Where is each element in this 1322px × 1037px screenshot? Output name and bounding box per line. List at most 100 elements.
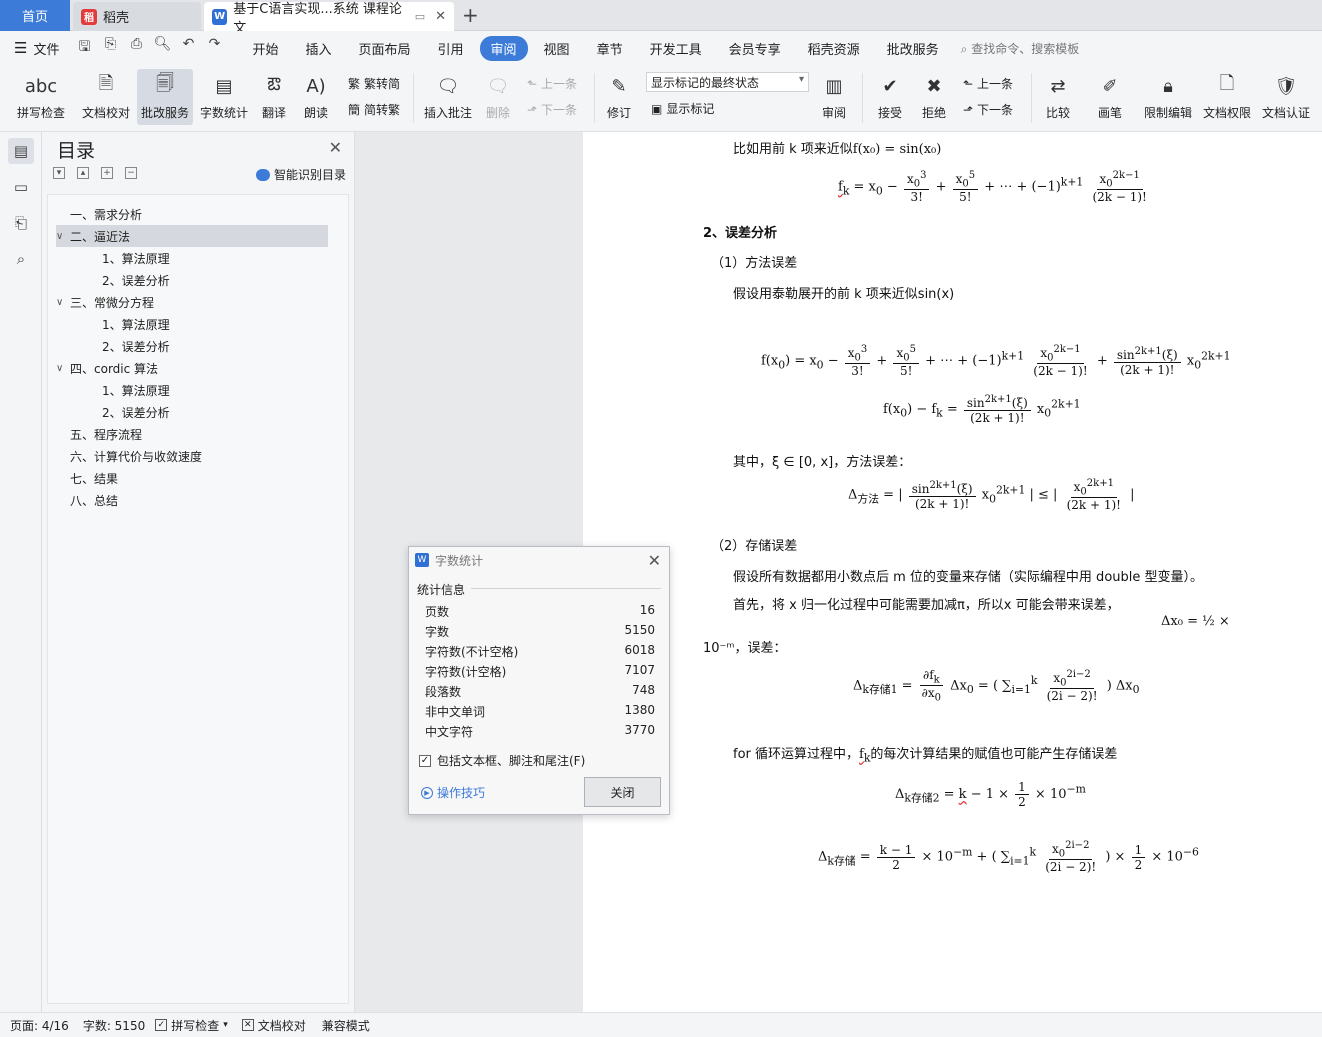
reject-button[interactable]: ✖ 拒绝	[914, 69, 954, 125]
simp-to-trad-icon: 簡	[348, 103, 361, 117]
file-menu[interactable]: ☰ 文件	[14, 39, 59, 58]
add-heading-icon[interactable]: +	[101, 167, 113, 179]
word-count-button[interactable]: ▤ 字数统计	[196, 69, 252, 125]
command-search[interactable]: ⌕ 查找命令、搜索模板	[961, 40, 1080, 57]
chapter-icon[interactable]: ▭	[8, 174, 34, 200]
previous-comment-label: 上一条	[541, 77, 578, 91]
insert-comment-button[interactable]: 🗨 插入批注	[420, 69, 476, 125]
menu-tab[interactable]: 开发工具	[639, 36, 713, 61]
read-aloud-button[interactable]: A) 朗读	[298, 69, 334, 125]
restrict-editing-button[interactable]: 🔒︎ 限制编辑	[1140, 69, 1196, 125]
tab-home[interactable]: 首页	[0, 0, 70, 31]
new-tab-icon[interactable]: +	[462, 3, 479, 27]
paragraph-text: 比如用前 k 项来近似	[733, 142, 853, 157]
remove-heading-icon[interactable]: −	[125, 167, 137, 179]
divider	[471, 588, 661, 589]
menu-tab[interactable]: 引用	[427, 36, 475, 61]
print-preview-icon[interactable]: 🔍︎	[153, 36, 172, 60]
toc-item[interactable]: ∨ 四、cordic 算法	[56, 357, 328, 379]
search-icon[interactable]: ⌕	[8, 246, 34, 272]
toc-item[interactable]: ∨ 二、逼近法	[56, 225, 328, 247]
menu-tab[interactable]: 批改服务	[876, 36, 950, 61]
print-icon[interactable]: ⎙	[127, 36, 145, 60]
collapse-all-icon[interactable]: ▾	[53, 167, 65, 179]
close-icon[interactable]: ✕	[329, 138, 342, 157]
undo-icon[interactable]: ↶	[179, 36, 197, 60]
toc-icon[interactable]: ▤	[8, 138, 34, 164]
previous-change-button[interactable]: ⬑ 上一条	[963, 75, 1013, 92]
pen-button[interactable]: ✐ 画笔	[1090, 69, 1130, 125]
spell-check-status-label: 拼写检查	[171, 1018, 220, 1033]
menu-tab[interactable]: 页面布局	[348, 36, 422, 61]
toc-item[interactable]: 2、误差分析	[88, 335, 342, 357]
accept-button[interactable]: ✔ 接受	[870, 69, 910, 125]
menu-tab[interactable]: 会员专享	[718, 36, 792, 61]
spell-check-button[interactable]: abc 拼写检查	[8, 69, 74, 125]
read-aloud-label: 朗读	[303, 106, 328, 120]
proofread-toggle[interactable]: ✕ 文档校对	[241, 1017, 306, 1034]
tab-document[interactable]: W 基于C语言实现...系统 课程论文 ▭ ✕	[204, 2, 454, 36]
redo-icon[interactable]: ↷	[205, 36, 223, 60]
smart-toc-button[interactable]: 智能识别目录	[255, 166, 346, 183]
menu-tab[interactable]: 插入	[294, 36, 342, 61]
stat-value: 3770	[624, 723, 655, 737]
menu-tab[interactable]: 开始	[241, 36, 289, 61]
track-changes-button[interactable]: ✎ 修订	[600, 69, 638, 125]
tab-close-icon[interactable]: ✕	[435, 9, 446, 24]
expand-all-icon[interactable]: ▴	[77, 167, 89, 179]
simp-to-trad-button[interactable]: 簡简转繁	[348, 101, 400, 118]
toc-item[interactable]: 一、需求分析	[56, 203, 328, 225]
toc-item[interactable]: 1、算法原理	[88, 379, 342, 401]
menu-tab[interactable]: 审阅	[479, 35, 528, 61]
next-change-button[interactable]: ⬏ 下一条	[963, 101, 1013, 118]
menu-tab[interactable]: 章节	[586, 36, 634, 61]
proofread-status-icon: ✕	[241, 1019, 254, 1031]
show-markup-icon: ▣	[651, 101, 663, 116]
proofread-button[interactable]: 🗎 文档校对	[78, 69, 134, 125]
toc-item[interactable]: 八、总结	[56, 489, 328, 511]
show-markup-button[interactable]: ▣ 显示标记	[651, 100, 714, 117]
delete-comment-button[interactable]: 🗨 删除	[478, 69, 518, 125]
spell-check-toggle[interactable]: ✓ 拼写检查 ▾	[155, 1017, 228, 1034]
toc-item[interactable]: ∨ 三、常微分方程	[56, 291, 328, 313]
toc-item[interactable]: 七、结果	[56, 467, 328, 489]
compare-button[interactable]: ⇄ 比较	[1038, 69, 1078, 125]
bookmark-icon[interactable]: ⎗	[8, 210, 34, 236]
document-page[interactable]: 比如用前 k 项来近似f(x₀) = sin(x₀) fk = x0 − x03…	[583, 132, 1322, 1012]
trad-to-simp-button[interactable]: 繁繁转简	[348, 75, 400, 92]
export-icon[interactable]: ⎘	[101, 36, 119, 60]
tips-link[interactable]: ▶ 操作技巧	[421, 784, 485, 801]
pen-label: 画笔	[1097, 106, 1122, 120]
toc-item[interactable]: 1、算法原理	[88, 313, 342, 335]
tab-minimize-icon[interactable]: ▭	[415, 10, 425, 23]
next-comment-button[interactable]: ⬏ 下一条	[527, 101, 577, 118]
previous-comment-icon: ⬑	[527, 76, 538, 91]
chevron-down-icon[interactable]: ∨	[56, 297, 70, 308]
document-certify-label: 文档认证	[1261, 106, 1310, 120]
document-permission-button[interactable]: 🗋 文档权限	[1199, 69, 1255, 125]
document-certify-button[interactable]: 🛡︎ 文档认证	[1258, 69, 1314, 125]
menu-tabs: 开始 插入 页面布局 引用 审阅 视图 章节 开发工具 会员专享 稻壳资源 批改服务	[241, 35, 954, 61]
toc-item[interactable]: 1、算法原理	[88, 247, 342, 269]
toc-item[interactable]: 2、误差分析	[88, 269, 342, 291]
correction-service-button[interactable]: 🗐 批改服务	[137, 69, 193, 125]
menu-tab[interactable]: 视图	[533, 36, 581, 61]
save-icon[interactable]: 🖫	[75, 36, 93, 60]
toc-item[interactable]: 五、程序流程	[56, 423, 328, 445]
word-count-indicator[interactable]: 字数: 5150	[83, 1017, 145, 1034]
writer-logo-icon: W	[415, 553, 429, 567]
toc-item[interactable]: 2、误差分析	[88, 401, 342, 423]
page-indicator[interactable]: 页面: 4/16	[10, 1017, 69, 1034]
markup-display-select[interactable]: 显示标记的最终状态	[646, 72, 809, 92]
translate-button[interactable]: ఔ 翻译	[254, 69, 294, 125]
tab-shell[interactable]: 稻 稻壳	[73, 2, 201, 31]
chevron-down-icon[interactable]: ∨	[56, 231, 70, 242]
include-textbox-checkbox[interactable]: ✓ 包括文本框、脚注和尾注(F)	[419, 752, 585, 769]
chevron-down-icon[interactable]: ∨	[56, 363, 70, 374]
menu-tab[interactable]: 稻壳资源	[797, 36, 871, 61]
close-button[interactable]: 关闭	[584, 777, 661, 807]
review-pane-button[interactable]: ▥ 审阅	[814, 69, 854, 125]
close-icon[interactable]: ✕	[648, 551, 661, 570]
toc-item[interactable]: 六、计算代价与收敛速度	[56, 445, 328, 467]
previous-comment-button[interactable]: ⬑ 上一条	[527, 75, 577, 92]
